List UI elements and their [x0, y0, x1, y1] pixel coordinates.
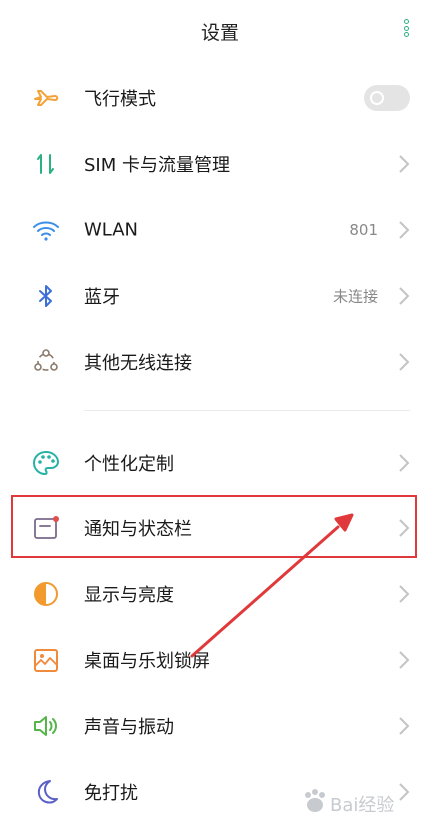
annotation-arrow: [190, 513, 354, 658]
baidu-watermark-logo: Bai经验: [305, 789, 394, 816]
svg-text:Bai经验: Bai经验: [330, 795, 394, 816]
